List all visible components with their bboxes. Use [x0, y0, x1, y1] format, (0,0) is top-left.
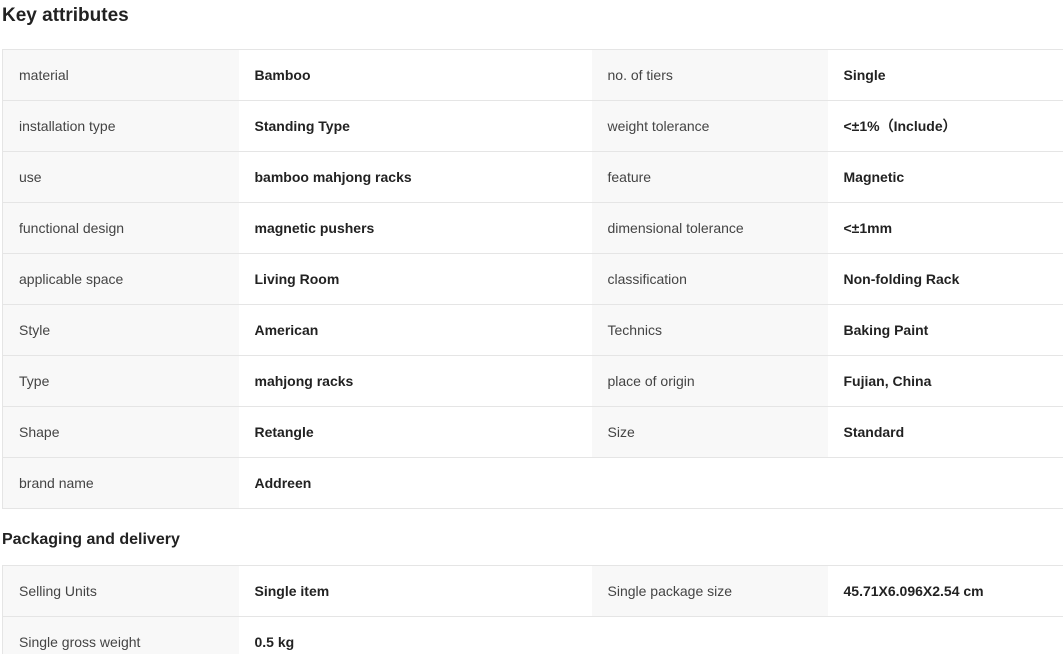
attribute-value: American [238, 304, 592, 356]
attribute-value: magnetic pushers [238, 202, 592, 254]
table-row: brand name Addreen [2, 457, 1063, 509]
attribute-value: 45.71X6.096X2.54 cm [827, 565, 1063, 617]
attribute-label: no. of tiers [591, 49, 828, 101]
table-row: installation type Standing Type weight t… [2, 100, 1063, 152]
attribute-value: mahjong racks [238, 355, 592, 407]
attribute-value: <±1mm [827, 202, 1063, 254]
attribute-value: Standing Type [238, 100, 592, 152]
attribute-label: use [2, 151, 239, 203]
attribute-label: applicable space [2, 253, 239, 305]
attribute-value: Bamboo [238, 49, 592, 101]
table-row: functional design magnetic pushers dimen… [2, 202, 1063, 254]
key-attributes-title: Key attributes [2, 5, 129, 26]
packaging-delivery-title: Packaging and delivery [2, 531, 180, 548]
attribute-label: Style [2, 304, 239, 356]
attribute-label: Single gross weight [2, 616, 239, 654]
attribute-label: Single package size [591, 565, 828, 617]
attribute-value: <±1%（Include） [827, 100, 1063, 152]
attribute-value: Magnetic [827, 151, 1063, 203]
table-row: Type mahjong racks place of origin Fujia… [2, 355, 1063, 407]
attribute-value: Addreen [238, 457, 592, 509]
attribute-value: Fujian, China [827, 355, 1063, 407]
attribute-value: 0.5 kg [238, 616, 592, 654]
packaging-delivery-table: Selling Units Single item Single package… [2, 565, 1063, 654]
product-attributes-page: Key attributes material Bamboo no. of ti… [0, 0, 1063, 654]
attribute-label: installation type [2, 100, 239, 152]
table-row: use bamboo mahjong racks feature Magneti… [2, 151, 1063, 203]
attribute-label: classification [591, 253, 828, 305]
attribute-value: Single item [238, 565, 592, 617]
table-row: Shape Retangle Size Standard [2, 406, 1063, 458]
table-row: material Bamboo no. of tiers Single [2, 49, 1063, 101]
attribute-value: Non-folding Rack [827, 253, 1063, 305]
attribute-value: Standard [827, 406, 1063, 458]
attribute-label: brand name [2, 457, 239, 509]
empty-cell [591, 616, 828, 654]
attribute-label: Size [591, 406, 828, 458]
table-row: applicable space Living Room classificat… [2, 253, 1063, 305]
attribute-value: Retangle [238, 406, 592, 458]
key-attributes-table: material Bamboo no. of tiers Single inst… [2, 49, 1063, 509]
attribute-label: dimensional tolerance [591, 202, 828, 254]
table-row: Style American Technics Baking Paint [2, 304, 1063, 356]
empty-cell [591, 457, 828, 509]
attribute-value: bamboo mahjong racks [238, 151, 592, 203]
attribute-value: Living Room [238, 253, 592, 305]
attribute-value: Baking Paint [827, 304, 1063, 356]
table-row: Single gross weight 0.5 kg [2, 616, 1063, 654]
table-row: Selling Units Single item Single package… [2, 565, 1063, 617]
attribute-value: Single [827, 49, 1063, 101]
attribute-label: Type [2, 355, 239, 407]
attribute-label: Selling Units [2, 565, 239, 617]
empty-cell [827, 616, 1063, 654]
attribute-label: feature [591, 151, 828, 203]
attribute-label: weight tolerance [591, 100, 828, 152]
empty-cell [827, 457, 1063, 509]
attribute-label: place of origin [591, 355, 828, 407]
attribute-label: material [2, 49, 239, 101]
attribute-label: Technics [591, 304, 828, 356]
attribute-label: functional design [2, 202, 239, 254]
attribute-label: Shape [2, 406, 239, 458]
